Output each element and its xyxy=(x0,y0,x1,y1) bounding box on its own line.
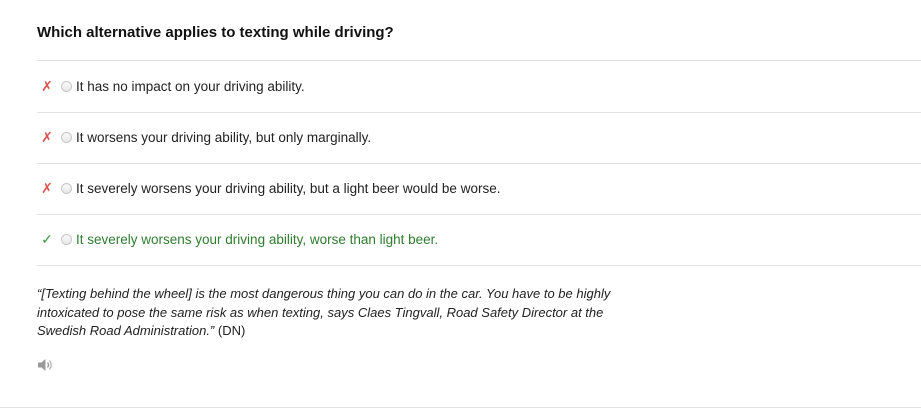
answer-option-1[interactable]: ✗ It has no impact on your driving abili… xyxy=(37,61,921,111)
question-title: Which alternative applies to texting whi… xyxy=(37,24,394,41)
quote-text: “[Texting behind the wheel] is the most … xyxy=(37,286,611,338)
radio-button[interactable] xyxy=(61,131,72,143)
wrong-mark-icon: ✗ xyxy=(41,129,53,145)
explanation-quote: “[Texting behind the wheel] is the most … xyxy=(37,285,647,341)
check-mark-icon: ✓ xyxy=(41,231,53,247)
speaker-icon[interactable] xyxy=(37,358,55,372)
option-label: It has no impact on your driving ability… xyxy=(76,78,305,94)
radio-button[interactable] xyxy=(61,233,72,245)
speaker-icon-graphic xyxy=(38,359,52,371)
wrong-mark-icon: ✗ xyxy=(41,78,53,94)
quote-source: (DN) xyxy=(214,323,246,338)
divider xyxy=(37,265,921,266)
radio-button[interactable] xyxy=(61,182,72,194)
option-label: It worsens your driving ability, but onl… xyxy=(76,129,372,145)
wrong-mark-icon: ✗ xyxy=(41,180,53,196)
answer-option-2[interactable]: ✗ It worsens your driving ability, but o… xyxy=(37,112,921,162)
radio-button[interactable] xyxy=(61,80,72,92)
bottom-divider xyxy=(0,407,921,408)
option-label: It severely worsens your driving ability… xyxy=(76,231,439,247)
option-label: It severely worsens your driving ability… xyxy=(76,180,501,196)
answer-option-3[interactable]: ✗ It severely worsens your driving abili… xyxy=(37,163,921,213)
answer-option-4[interactable]: ✓ It severely worsens your driving abili… xyxy=(37,214,921,264)
